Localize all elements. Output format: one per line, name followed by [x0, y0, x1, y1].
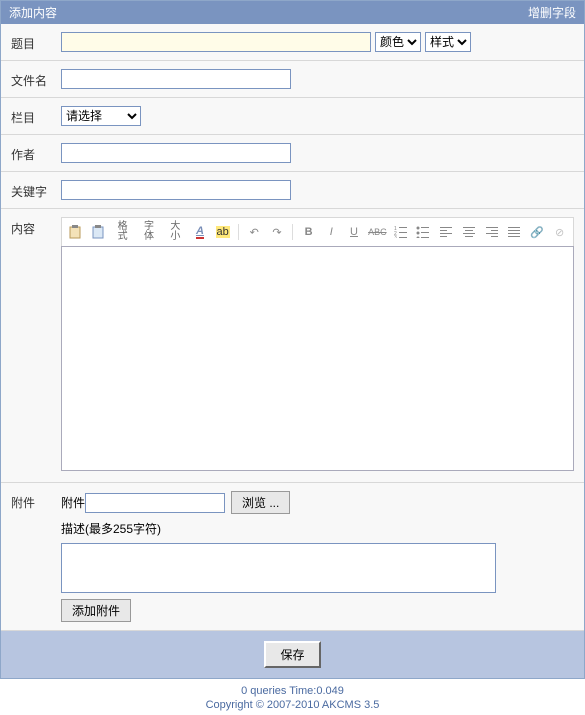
label-filename: 文件名 [11, 69, 61, 89]
paste-icon[interactable] [68, 224, 83, 240]
font-dropdown[interactable]: 字体 [140, 222, 158, 242]
unlink-icon[interactable]: ⊘ [552, 224, 567, 240]
undo-icon[interactable]: ↶ [247, 224, 262, 240]
page-header: 添加内容 增删字段 [1, 1, 584, 24]
align-right-icon[interactable] [484, 224, 499, 240]
category-select[interactable]: 请选择 [61, 106, 141, 126]
header-title: 添加内容 [9, 4, 57, 21]
paste-word-icon[interactable] [91, 224, 106, 240]
filename-input[interactable] [61, 69, 291, 89]
format-dropdown[interactable]: 格式 [113, 222, 131, 242]
label-title: 题目 [11, 32, 61, 52]
unordered-list-icon[interactable] [416, 224, 431, 240]
header-right-link[interactable]: 增删字段 [528, 4, 576, 21]
strike-icon[interactable]: ABC [369, 224, 385, 240]
browse-button[interactable]: 浏览 ... [231, 491, 290, 514]
author-input[interactable] [61, 143, 291, 163]
ordered-list-icon[interactable]: 123 [393, 224, 408, 240]
separator-icon [292, 224, 293, 240]
color-select[interactable]: 颜色 [375, 32, 421, 52]
forecolor-icon[interactable]: A [193, 224, 208, 240]
style-select[interactable]: 样式 [425, 32, 471, 52]
underline-icon[interactable]: U [347, 224, 362, 240]
row-attachment: 附件 附件 浏览 ... 描述(最多255字符) 添加附件 [1, 483, 584, 631]
label-keywords: 关键字 [11, 180, 61, 200]
label-attachment: 附件 [11, 491, 61, 511]
align-left-icon[interactable] [439, 224, 454, 240]
row-filename: 文件名 [1, 61, 584, 98]
row-author: 作者 [1, 135, 584, 172]
label-author: 作者 [11, 143, 61, 163]
size-dropdown[interactable]: 大小 [166, 222, 184, 242]
backcolor-icon[interactable]: ab [215, 224, 230, 240]
align-center-icon[interactable] [461, 224, 476, 240]
align-justify-icon[interactable] [507, 224, 522, 240]
row-category: 栏目 请选择 [1, 98, 584, 135]
row-keywords: 关键字 [1, 172, 584, 209]
copyright: Copyright © 2007-2010 AKCMS 3.5 [0, 699, 585, 715]
query-stats: 0 queries Time:0.049 [0, 679, 585, 699]
keywords-input[interactable] [61, 180, 291, 200]
link-icon[interactable]: 🔗 [530, 224, 545, 240]
add-attachment-button[interactable]: 添加附件 [61, 599, 131, 622]
attachment-path-input[interactable] [85, 493, 225, 513]
italic-icon[interactable]: I [324, 224, 339, 240]
redo-icon[interactable]: ↷ [270, 224, 285, 240]
label-category: 栏目 [11, 106, 61, 126]
separator-icon [238, 224, 239, 240]
footer: 保存 [1, 631, 584, 678]
save-button[interactable]: 保存 [264, 641, 320, 668]
row-content: 内容 格式 字体 大小 A ab [1, 209, 584, 483]
attachment-desc-input[interactable] [61, 543, 496, 593]
attach-prefix: 附件 [61, 494, 85, 511]
editor-toolbar: 格式 字体 大小 A ab ↶ ↷ B I U ABC [61, 217, 574, 246]
label-content: 内容 [11, 217, 61, 237]
bold-icon[interactable]: B [301, 224, 316, 240]
svg-text:3: 3 [394, 235, 397, 238]
title-input[interactable] [61, 32, 371, 52]
desc-label: 描述(最多255字符) [61, 520, 161, 537]
row-title: 题目 颜色 样式 [1, 24, 584, 61]
content-editor[interactable] [61, 246, 574, 471]
